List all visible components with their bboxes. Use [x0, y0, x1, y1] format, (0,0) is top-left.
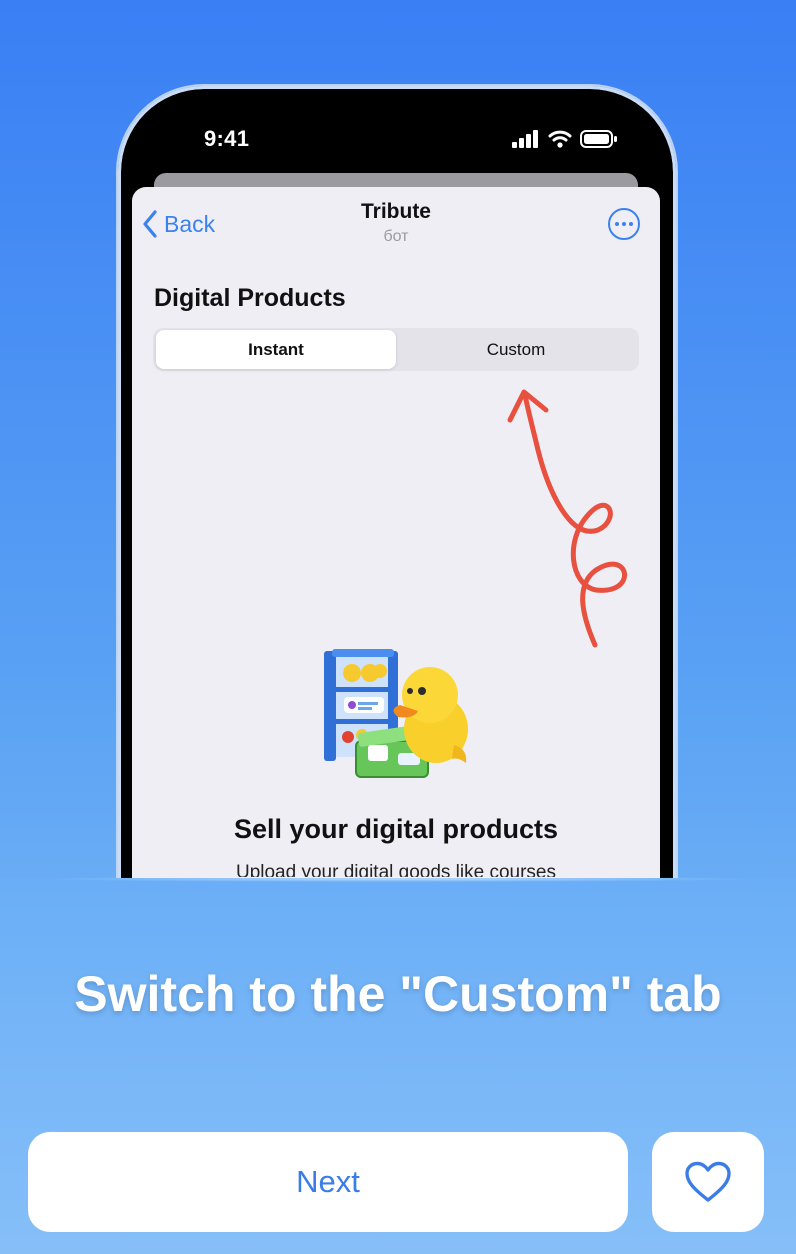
back-label: Back [164, 210, 216, 237]
duck-sticker-illustration [324, 649, 468, 778]
chevron-left-icon [143, 210, 157, 238]
wifi-icon [548, 130, 572, 148]
divider-glow [40, 876, 756, 882]
segmented-control: Instant Custom [153, 328, 639, 371]
chat-subtitle: бот [383, 228, 409, 245]
ellipsis-circle-icon [615, 222, 633, 226]
battery-icon [580, 130, 617, 148]
next-button[interactable]: Next [28, 1132, 628, 1232]
back-button[interactable]: Back [142, 206, 215, 242]
instruction-text: Switch to the "Custom" tab [74, 966, 722, 1022]
status-icons [512, 128, 618, 150]
more-button[interactable] [608, 208, 640, 240]
chat-title: Tribute [360, 200, 431, 223]
empty-state-title: Sell your digital products [233, 814, 559, 844]
like-button[interactable] [652, 1132, 764, 1232]
cellular-signal-icon [512, 130, 538, 148]
tab-custom[interactable]: Custom [396, 330, 636, 369]
tab-instant[interactable]: Instant [156, 330, 396, 369]
status-time: 9:41 [204, 126, 250, 151]
section-title: Digital Products [154, 284, 346, 312]
hand-drawn-arrow-icon [507, 389, 627, 648]
empty-state-description: Upload your digital goods like courses [235, 862, 556, 877]
heart-icon [685, 1161, 731, 1202]
